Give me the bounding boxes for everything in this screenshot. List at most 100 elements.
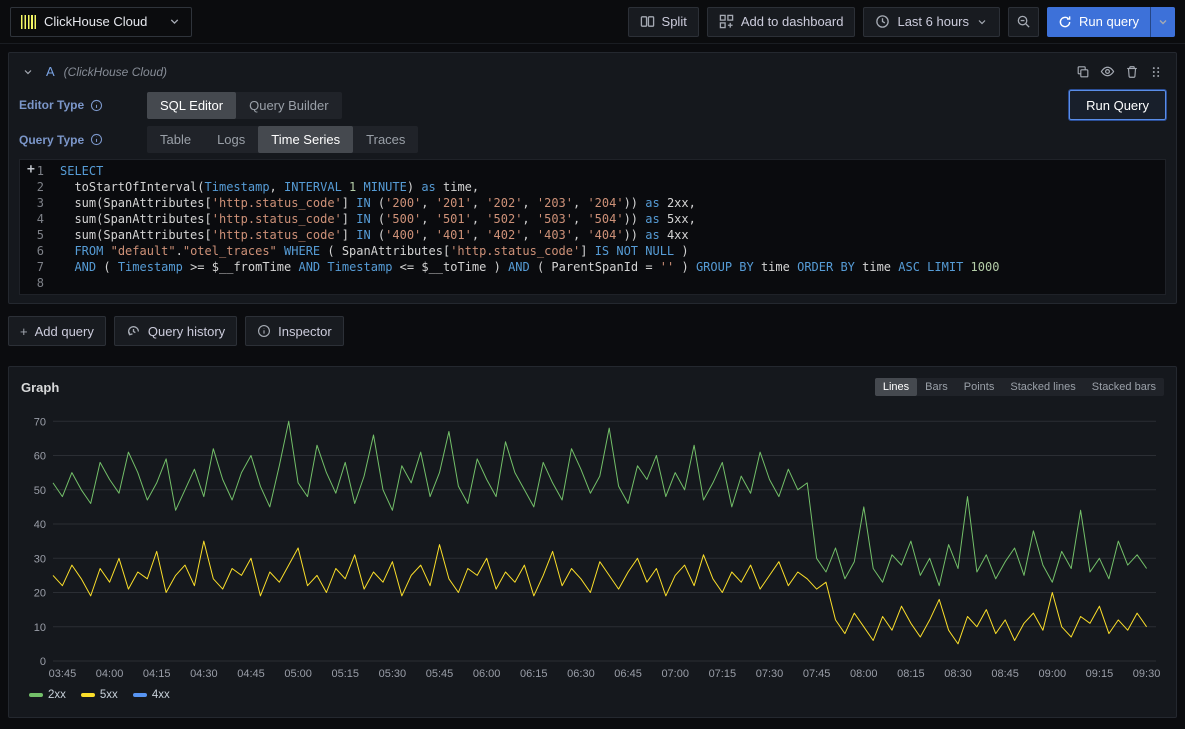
svg-text:70: 70 (34, 416, 46, 428)
svg-text:07:45: 07:45 (803, 668, 831, 680)
svg-text:05:45: 05:45 (426, 668, 454, 680)
query-history-button[interactable]: Query history (114, 316, 237, 346)
split-label: Split (662, 14, 687, 29)
query-type-table[interactable]: Table (147, 126, 204, 153)
editor-type-label: Editor Type (19, 98, 84, 112)
svg-text:0: 0 (40, 656, 46, 668)
svg-text:06:00: 06:00 (473, 668, 501, 680)
graph-style-points[interactable]: Points (956, 378, 1003, 396)
query-type-logs[interactable]: Logs (204, 126, 258, 153)
eye-icon (1100, 64, 1115, 79)
sql-code-editor[interactable]: + 1SELECT2 toStartOfInterval(Timestamp, … (19, 159, 1166, 295)
grip-dots-icon (1149, 65, 1163, 79)
refresh-icon (1058, 15, 1072, 29)
code-line: 3 sum(SpanAttributes['http.status_code']… (20, 195, 1165, 211)
code-line: 4 sum(SpanAttributes['http.status_code']… (20, 211, 1165, 227)
run-query-caret-button[interactable] (1150, 7, 1175, 37)
graph-style-lines[interactable]: Lines (875, 378, 917, 396)
code-line: 7 AND ( Timestamp >= $__fromTime AND Tim… (20, 259, 1165, 275)
svg-text:06:30: 06:30 (567, 668, 595, 680)
time-range-picker[interactable]: Last 6 hours (863, 7, 1000, 37)
svg-text:07:30: 07:30 (756, 668, 784, 680)
legend-label: 2xx (48, 689, 66, 701)
query-type-time-series[interactable]: Time Series (258, 126, 353, 153)
run-query-button[interactable]: Run query (1047, 7, 1150, 37)
editor-type-group: SQL Editor Query Builder (147, 92, 342, 119)
editor-type-sql-editor[interactable]: SQL Editor (147, 92, 236, 119)
add-line-icon[interactable]: + (27, 162, 35, 178)
dashboard-add-icon (719, 14, 734, 29)
collapse-query-button[interactable] (19, 63, 37, 81)
legend-item-2xx[interactable]: 2xx (29, 689, 66, 701)
graph-style-stacked-lines[interactable]: Stacked lines (1002, 378, 1083, 396)
zoom-out-button[interactable] (1008, 7, 1039, 37)
run-query-label: Run query (1079, 14, 1139, 29)
svg-text:50: 50 (34, 485, 46, 497)
legend-swatch (29, 693, 43, 697)
split-icon (640, 14, 655, 29)
svg-text:09:15: 09:15 (1086, 668, 1114, 680)
code-line: 5 sum(SpanAttributes['http.status_code']… (20, 227, 1165, 243)
svg-text:20: 20 (34, 588, 46, 600)
add-query-button[interactable]: + Add query (8, 316, 106, 346)
svg-text:09:30: 09:30 (1133, 668, 1161, 680)
trash-icon (1125, 65, 1139, 79)
svg-text:08:15: 08:15 (897, 668, 925, 680)
inspector-label: Inspector (278, 324, 331, 339)
editor-type-label-wrap: Editor Type (19, 98, 147, 112)
query-history-label: Query history (148, 324, 225, 339)
query-type-traces[interactable]: Traces (353, 126, 418, 153)
sql-code: 1SELECT2 toStartOfInterval(Timestamp, IN… (20, 163, 1165, 291)
legend-item-5xx[interactable]: 5xx (81, 689, 118, 701)
svg-text:06:45: 06:45 (614, 668, 642, 680)
drag-handle[interactable] (1146, 62, 1166, 82)
duplicate-query-button[interactable] (1073, 62, 1093, 82)
inspector-button[interactable]: Inspector (245, 316, 343, 346)
svg-text:04:30: 04:30 (190, 668, 218, 680)
graph-style-stacked-bars[interactable]: Stacked bars (1084, 378, 1164, 396)
hide-query-button[interactable] (1097, 61, 1118, 82)
chart-legend: 2xx 5xx 4xx (21, 683, 1164, 703)
info-icon (90, 133, 103, 146)
query-type-group: Table Logs Time Series Traces (147, 126, 418, 153)
svg-text:09:00: 09:00 (1039, 668, 1067, 680)
legend-item-4xx[interactable]: 4xx (133, 689, 170, 701)
code-line: 2 toStartOfInterval(Timestamp, INTERVAL … (20, 179, 1165, 195)
chevron-down-icon (976, 16, 988, 28)
plus-icon: + (20, 324, 28, 339)
time-range-label: Last 6 hours (897, 14, 969, 29)
query-type-label-wrap: Query Type (19, 133, 147, 147)
toolbar-actions: Split Add to dashboard Last 6 hours (628, 7, 1175, 37)
svg-text:60: 60 (34, 451, 46, 463)
query-type-label: Query Type (19, 133, 84, 147)
graph-style-bars[interactable]: Bars (917, 378, 956, 396)
query-row-header: A (ClickHouse Cloud) (9, 53, 1176, 90)
clock-icon (875, 14, 890, 29)
svg-text:07:00: 07:00 (661, 668, 689, 680)
svg-text:06:15: 06:15 (520, 668, 548, 680)
datasource-picker-value: ClickHouse Cloud (44, 14, 160, 29)
query-datasource-hint: (ClickHouse Cloud) (64, 65, 167, 79)
remove-query-button[interactable] (1122, 62, 1142, 82)
svg-text:03:45: 03:45 (49, 668, 77, 680)
svg-text:05:30: 05:30 (379, 668, 407, 680)
run-query-panel-button[interactable]: Run Query (1069, 90, 1166, 120)
chevron-down-icon (168, 15, 181, 28)
split-button[interactable]: Split (628, 7, 699, 37)
svg-text:04:45: 04:45 (237, 668, 265, 680)
legend-label: 5xx (100, 689, 118, 701)
code-line: 8 (20, 275, 1165, 291)
add-to-dashboard-label: Add to dashboard (741, 14, 844, 29)
clickhouse-logo-icon (21, 15, 36, 29)
svg-text:08:30: 08:30 (944, 668, 972, 680)
chevron-down-icon (1157, 16, 1169, 28)
query-type-row: Query Type Table Logs Time Series Traces (19, 126, 1166, 153)
svg-text:40: 40 (34, 519, 46, 531)
graph-panel: Graph Lines Bars Points Stacked lines St… (8, 366, 1177, 718)
editor-type-query-builder[interactable]: Query Builder (236, 92, 341, 119)
add-to-dashboard-button[interactable]: Add to dashboard (707, 7, 856, 37)
query-ref-id: A (46, 64, 55, 79)
add-query-label: Add query (35, 324, 94, 339)
time-series-chart[interactable]: 01020304050607003:4504:0004:1504:3004:45… (21, 401, 1164, 683)
datasource-picker[interactable]: ClickHouse Cloud (10, 7, 192, 37)
